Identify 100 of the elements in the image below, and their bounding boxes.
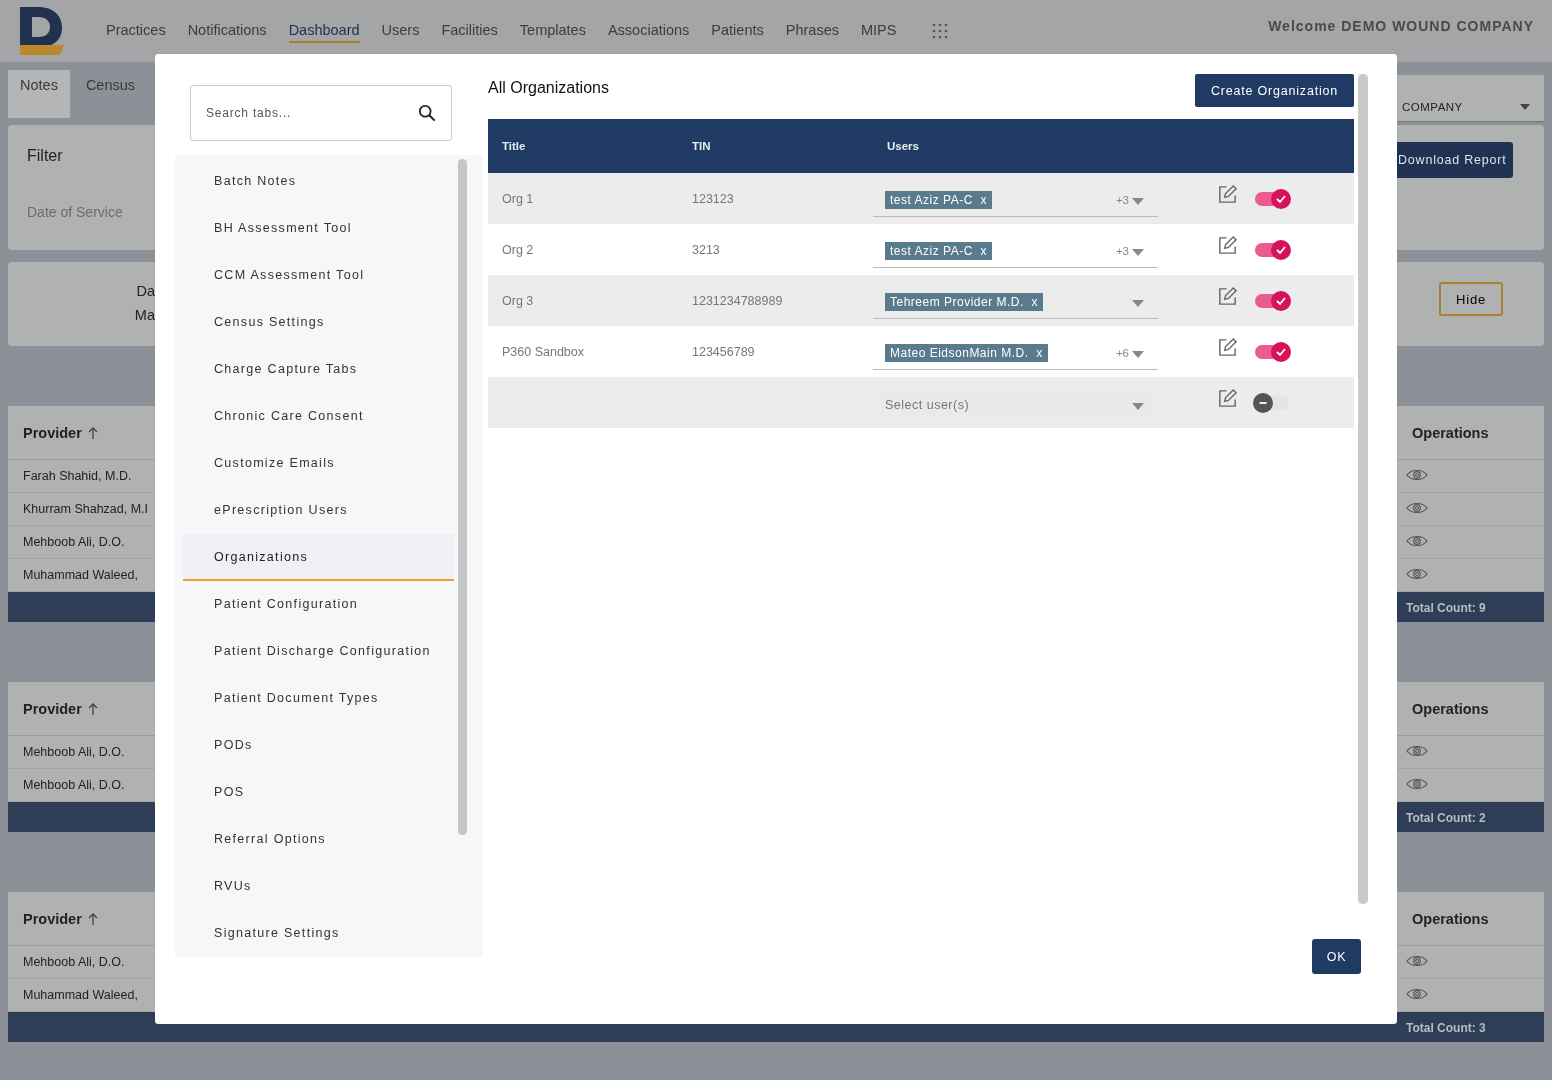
active-toggle[interactable] (1255, 191, 1289, 206)
users-select[interactable]: test Aziz PA-C x +3 (873, 184, 1158, 217)
settings-tab[interactable]: Census Settings (183, 299, 454, 346)
settings-tab[interactable]: Referral Options (183, 816, 454, 863)
column-header[interactable]: Provider (23, 424, 82, 441)
caret-icon[interactable] (1132, 351, 1144, 358)
user-chip[interactable]: test Aziz PA-C x (885, 191, 992, 209)
settings-tab[interactable]: Organizations (183, 534, 454, 581)
settings-tab[interactable]: Patient Configuration (183, 581, 454, 628)
settings-tab[interactable]: Patient Document Types (183, 675, 454, 722)
nav-link[interactable]: Dashboard (288, 19, 360, 43)
eye-icon[interactable] (1406, 533, 1428, 548)
sort-arrow-icon[interactable] (87, 702, 98, 715)
settings-tab[interactable]: ePrescription Users (183, 487, 454, 534)
edit-icon[interactable] (1217, 388, 1238, 409)
search-icon[interactable] (418, 104, 436, 122)
table-cell-text: Org 2 (501, 242, 535, 257)
total-count: Total Count: 9 (1405, 601, 1486, 615)
settings-tab[interactable]: Signature Settings (183, 910, 454, 957)
active-toggle[interactable] (1255, 344, 1289, 359)
settings-tab[interactable]: Customize Emails (183, 440, 454, 487)
column-header: Title (501, 140, 527, 152)
users-select[interactable]: Mateo EidsonMain M.D. x +6 (873, 337, 1158, 370)
nav-link[interactable]: MIPS (860, 19, 897, 43)
nav-link[interactable]: Notifications (187, 19, 267, 43)
caret-icon[interactable] (1520, 104, 1530, 110)
logo-icon (18, 5, 66, 57)
user-chip[interactable]: Mateo EidsonMain M.D. x (885, 344, 1048, 362)
eye-icon[interactable] (1406, 467, 1428, 482)
column-header: Users (886, 140, 920, 152)
company-select[interactable]: COMPANY (1397, 75, 1544, 122)
user-chip[interactable]: Tehreem Provider M.D. x (885, 293, 1044, 311)
more-count: +3 (1115, 245, 1129, 257)
eye-icon[interactable] (1406, 743, 1428, 758)
eye-icon[interactable] (1406, 776, 1428, 791)
table-cell: Mehboob Ali, D.O. (23, 955, 125, 969)
column-header[interactable]: Provider (23, 700, 82, 717)
settings-tab[interactable]: POS (183, 769, 454, 816)
column-header: Operations (1412, 700, 1489, 717)
settings-tab[interactable]: CCM Assessment Tool (183, 252, 454, 299)
apps-grid-icon[interactable] (932, 23, 949, 39)
table-cell-text: 123456789 (691, 344, 756, 359)
scrollbar-thumb[interactable] (1358, 74, 1368, 904)
table-cell: Khurram Shahzad, M.I (23, 502, 149, 516)
caret-icon[interactable] (1132, 300, 1144, 307)
page-tab[interactable]: Notes (8, 70, 70, 118)
settings-tab[interactable]: BH Assessment Tool (183, 205, 454, 252)
users-select[interactable]: Tehreem Provider M.D. x (873, 286, 1158, 319)
welcome-text: Welcome DEMO WOUND COMPANY (1268, 18, 1534, 34)
table-cell-text: 123123 (691, 191, 735, 206)
users-select[interactable]: test Aziz PA-C x +3 (873, 235, 1158, 268)
table-cell: Mehboob Ali, D.O. (23, 535, 125, 549)
table-cell: Muhammad Waleed, (23, 568, 138, 582)
table-cell-text: 3213 (691, 242, 721, 257)
nav-link[interactable]: Patients (711, 19, 764, 43)
active-toggle[interactable] (1255, 395, 1289, 410)
table-cell: Mehboob Ali, D.O. (23, 778, 125, 792)
nav-link[interactable]: Practices (106, 19, 166, 43)
table-cell: Muhammad Waleed, (23, 988, 138, 1002)
page-tab[interactable]: Census (73, 70, 148, 118)
settings-tab[interactable]: RVUs (183, 863, 454, 910)
caret-icon[interactable] (1132, 402, 1144, 410)
eye-icon[interactable] (1406, 566, 1428, 581)
settings-tab[interactable]: Batch Notes (183, 158, 454, 205)
edit-icon[interactable] (1217, 286, 1238, 307)
column-header[interactable]: Provider (23, 910, 82, 927)
eye-icon[interactable] (1406, 986, 1428, 1001)
active-toggle[interactable] (1255, 293, 1289, 308)
sort-arrow-icon[interactable] (87, 912, 98, 925)
hide-button[interactable]: Hide (1439, 282, 1503, 316)
create-organization-button[interactable]: Create Organization (1194, 74, 1354, 107)
nav-link[interactable]: Phrases (785, 19, 839, 43)
settings-tab[interactable]: Patient Discharge Configuration (183, 628, 454, 675)
more-count: +3 (1115, 194, 1129, 206)
eye-icon[interactable] (1406, 500, 1428, 515)
sort-arrow-icon[interactable] (87, 426, 98, 439)
settings-tab[interactable]: Chronic Care Consent (183, 393, 454, 440)
edit-icon[interactable] (1217, 337, 1238, 358)
active-toggle[interactable] (1255, 242, 1289, 257)
summary-text: Da (136, 283, 155, 299)
caret-icon[interactable] (1132, 198, 1144, 205)
settings-tab[interactable]: PODs (183, 722, 454, 769)
scrollbar-thumb[interactable] (458, 159, 467, 835)
ok-button[interactable]: OK (1312, 939, 1361, 974)
table-cell-text: P360 Sandbox (501, 344, 585, 359)
nav-link[interactable]: Templates (519, 19, 586, 43)
edit-icon[interactable] (1217, 184, 1238, 205)
search-field[interactable]: Search tabs... (190, 85, 452, 141)
summary-text: Ma (134, 307, 155, 323)
date-of-service-label: Date of Service (27, 204, 124, 220)
nav-link[interactable]: Associations (607, 19, 690, 43)
eye-icon[interactable] (1406, 953, 1428, 968)
column-header: Operations (1412, 424, 1489, 441)
nav-link[interactable]: Facilities (441, 19, 498, 43)
column-header: Operations (1412, 910, 1489, 927)
user-chip[interactable]: test Aziz PA-C x (885, 242, 992, 260)
edit-icon[interactable] (1217, 235, 1238, 256)
settings-tab[interactable]: Charge Capture Tabs (183, 346, 454, 393)
nav-link[interactable]: Users (381, 19, 420, 43)
more-count: +6 (1115, 347, 1129, 359)
